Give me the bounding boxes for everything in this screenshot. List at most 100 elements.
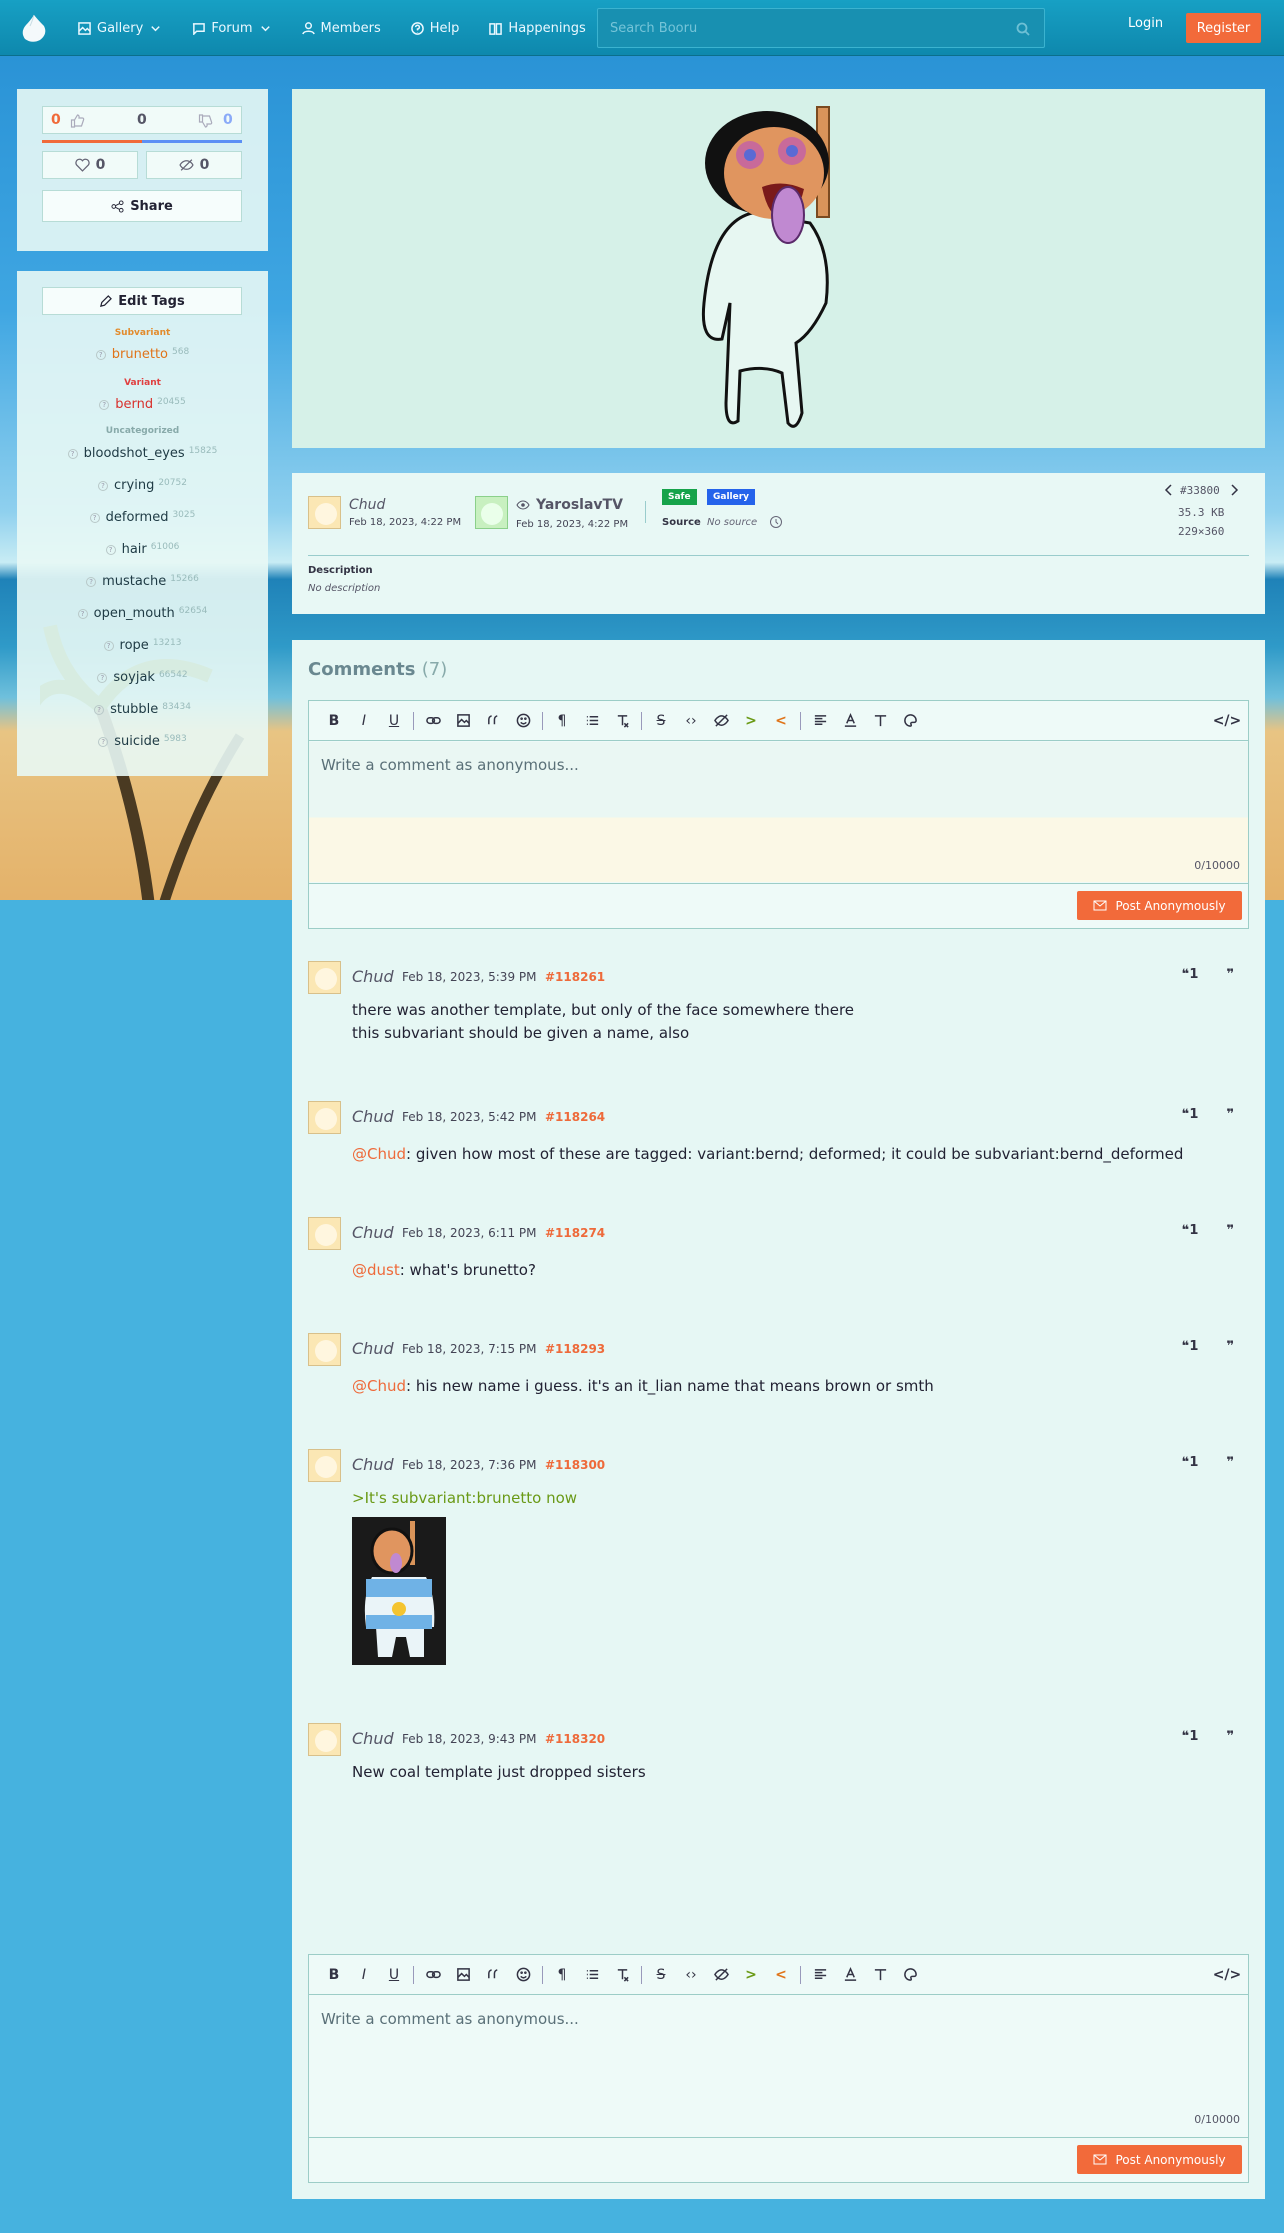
share-button[interactable]: Share <box>42 190 242 222</box>
tag-name[interactable]: stubble <box>110 702 158 717</box>
greentext-icon[interactable]: > <box>736 1955 766 1995</box>
spoiler-icon[interactable] <box>706 701 736 741</box>
align-icon[interactable] <box>805 701 835 741</box>
mention-link[interactable]: @Chud <box>352 1377 406 1395</box>
help-icon[interactable]: ? <box>98 480 109 491</box>
tag-item[interactable]: ? deformed 3025 <box>17 510 268 525</box>
help-icon[interactable]: ? <box>95 349 106 360</box>
clear-format-icon[interactable] <box>607 1955 637 1995</box>
text-color-icon[interactable] <box>835 1955 865 1995</box>
category-badge[interactable]: Gallery <box>707 489 756 505</box>
search-icon[interactable] <box>1016 22 1030 36</box>
underline-icon[interactable]: U <box>379 1955 409 1995</box>
comment-author[interactable]: Chud <box>352 1455 394 1474</box>
strikethrough-icon[interactable]: S <box>646 1955 676 1995</box>
avatar[interactable] <box>308 1217 341 1250</box>
image-icon[interactable] <box>448 1955 478 1995</box>
uploader-name[interactable]: Chud <box>349 497 385 513</box>
tag-name[interactable]: deformed <box>106 510 169 525</box>
bold-icon[interactable]: B <box>319 701 349 741</box>
tag-item[interactable]: ? rope 13213 <box>17 638 268 653</box>
comment-image[interactable] <box>352 1517 446 1665</box>
comment-author[interactable]: Chud <box>352 967 394 986</box>
comment-id-link[interactable]: #118320 <box>545 1732 605 1746</box>
tag-name[interactable]: mustache <box>102 574 166 589</box>
comment-textarea[interactable]: Write a comment as anonymous... <box>309 1996 1248 2136</box>
quote-icon[interactable]: ❞ <box>1226 967 1234 982</box>
reply-quote-icon[interactable]: ❝1 <box>1182 1107 1199 1122</box>
clear-format-icon[interactable] <box>607 701 637 741</box>
underline-icon[interactable]: U <box>379 701 409 741</box>
mention-link[interactable]: @dust <box>352 1261 400 1279</box>
help-icon[interactable]: ? <box>89 512 100 523</box>
thumbs-down-icon[interactable] <box>198 114 213 128</box>
bold-icon[interactable]: B <box>319 1955 349 1995</box>
emoji-icon[interactable] <box>508 701 538 741</box>
help-icon[interactable]: ? <box>99 399 110 410</box>
tag-item[interactable]: ? suicide 5983 <box>17 734 268 749</box>
italic-icon[interactable]: I <box>349 701 379 741</box>
comment-id-link[interactable]: #118264 <box>545 1110 605 1124</box>
tag-item[interactable]: ? brunetto 568 <box>17 347 268 362</box>
quote-icon[interactable] <box>478 701 508 741</box>
post-image[interactable] <box>692 103 872 433</box>
quote-icon[interactable]: ❞ <box>1226 1729 1234 1744</box>
tag-item[interactable]: ? hair 61006 <box>17 542 268 557</box>
help-icon[interactable]: ? <box>86 576 97 587</box>
chevron-right-icon[interactable] <box>1229 484 1239 496</box>
text-color-icon[interactable] <box>835 701 865 741</box>
align-icon[interactable] <box>805 1955 835 1995</box>
thumbs-up-icon[interactable] <box>70 114 85 128</box>
reply-quote-icon[interactable]: ❝1 <box>1182 1339 1199 1354</box>
approver-name[interactable]: YaroslavTV <box>536 497 623 513</box>
help-icon[interactable]: ? <box>94 704 105 715</box>
nav-happenings[interactable]: Happenings <box>489 21 586 36</box>
login-link[interactable]: Login <box>1128 16 1163 31</box>
avatar[interactable] <box>475 496 508 529</box>
tag-item[interactable]: ? bernd 20455 <box>17 397 268 412</box>
reply-quote-icon[interactable]: ❝1 <box>1182 967 1199 982</box>
mention-link[interactable]: @Chud <box>352 1145 406 1163</box>
orangetext-icon[interactable]: < <box>766 1955 796 1995</box>
help-icon[interactable]: ? <box>103 640 114 651</box>
palette-icon[interactable] <box>895 701 925 741</box>
comment-id-link[interactable]: #118293 <box>545 1342 605 1356</box>
reply-quote-icon[interactable]: ❝1 <box>1182 1729 1199 1744</box>
help-icon[interactable]: ? <box>77 608 88 619</box>
help-icon[interactable]: ? <box>98 736 109 747</box>
site-logo-icon[interactable] <box>18 12 50 44</box>
chevron-left-icon[interactable] <box>1164 484 1174 496</box>
tag-item[interactable]: ? bloodshot_eyes 15825 <box>17 446 268 461</box>
comment-author[interactable]: Chud <box>352 1339 394 1358</box>
edit-tags-button[interactable]: Edit Tags <box>42 287 242 315</box>
avatar[interactable] <box>308 496 341 529</box>
avatar[interactable] <box>308 961 341 994</box>
post-anonymously-button[interactable]: Post Anonymously <box>1077 2145 1242 2174</box>
tag-name[interactable]: rope <box>120 638 149 653</box>
favorite-button[interactable]: 0 <box>42 151 138 179</box>
nav-gallery[interactable]: Gallery <box>78 21 162 36</box>
register-button[interactable]: Register <box>1186 13 1261 43</box>
source-code-icon[interactable]: </> <box>1212 701 1242 741</box>
quote-icon[interactable] <box>478 1955 508 1995</box>
tag-item[interactable]: ? stubble 83434 <box>17 702 268 717</box>
comment-author[interactable]: Chud <box>352 1107 394 1126</box>
reply-quote-icon[interactable]: ❝1 <box>1182 1223 1199 1238</box>
reply-quote-icon[interactable]: ❝1 <box>1182 1455 1199 1470</box>
source-code-icon[interactable]: </> <box>1212 1955 1242 1995</box>
comment-id-link[interactable]: #118300 <box>545 1458 605 1472</box>
paragraph-icon[interactable]: ¶ <box>547 701 577 741</box>
link-icon[interactable] <box>418 701 448 741</box>
emoji-icon[interactable] <box>508 1955 538 1995</box>
avatar[interactable] <box>308 1449 341 1482</box>
comment-author[interactable]: Chud <box>352 1223 394 1242</box>
code-icon[interactable]: ‹› <box>676 1955 706 1995</box>
tag-item[interactable]: ? soyjak 66542 <box>17 670 268 685</box>
palette-icon[interactable] <box>895 1955 925 1995</box>
quote-icon[interactable]: ❞ <box>1226 1223 1234 1238</box>
image-icon[interactable] <box>448 701 478 741</box>
nav-forum[interactable]: Forum <box>192 21 271 36</box>
tag-item[interactable]: ? open_mouth 62654 <box>17 606 268 621</box>
post-anonymously-button[interactable]: Post Anonymously <box>1077 891 1242 920</box>
hide-button[interactable]: 0 <box>146 151 242 179</box>
